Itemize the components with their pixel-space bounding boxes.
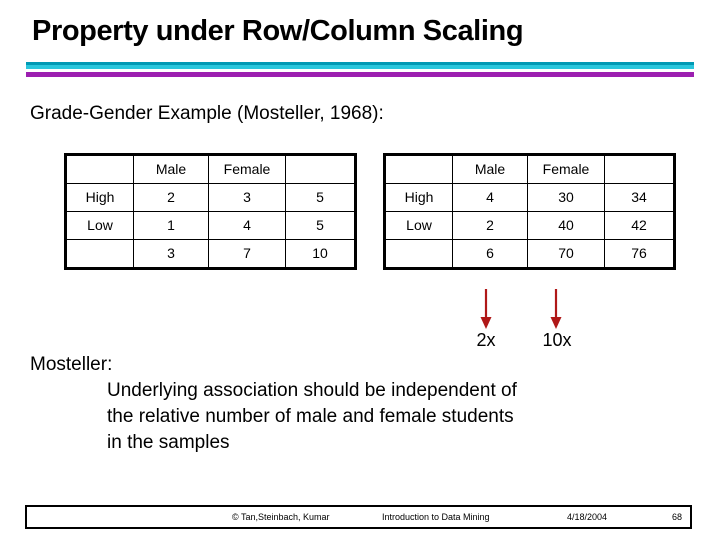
table-cell [604, 154, 675, 184]
body-lead-text: Mosteller: [30, 354, 113, 375]
table-cell: 4 [452, 183, 528, 212]
table-row: Low 2 40 42 [384, 211, 675, 240]
body-line: the relative number of male and female s… [107, 406, 514, 427]
footer-content: © Tan,Steinbach, Kumar Introduction to D… [27, 507, 690, 527]
row-header-high: High [384, 183, 453, 212]
row-header-high: High [65, 183, 134, 212]
table-cell: 2 [452, 211, 528, 240]
table-cell: 5 [285, 211, 356, 240]
table-row: High 4 30 34 [384, 183, 675, 212]
footer-page-number: 68 [671, 512, 682, 522]
table-cell [65, 239, 134, 269]
table-cell: 30 [527, 183, 605, 212]
table-row: Low 1 4 5 [65, 211, 356, 240]
footer-date: 4/18/2004 [567, 512, 608, 522]
female-multiplier-label: 10x [542, 330, 572, 350]
table-cell [384, 154, 453, 184]
table-row: 6 70 76 [384, 239, 675, 269]
footer-book-title: Introduction to Data Mining [382, 512, 490, 522]
scaled-contingency-table: Male Female High 4 30 34 Low 2 40 42 6 7… [383, 153, 676, 270]
down-arrow-icon [550, 289, 562, 329]
table-cell: 4 [208, 211, 286, 240]
table-row: High 2 3 5 [65, 183, 356, 212]
table-cell: 2 [133, 183, 209, 212]
body-paragraph: Underlying association should be indepen… [107, 378, 687, 456]
table-header-male: Male [452, 154, 528, 184]
page-title: Property under Row/Column Scaling [32, 15, 524, 47]
table-row: Male Female [65, 154, 356, 184]
table-header-female: Female [527, 154, 605, 184]
body-line: in the samples [107, 432, 230, 453]
table-cell [65, 154, 134, 184]
table-cell: 10 [285, 239, 356, 269]
subtitle: Grade-Gender Example (Mosteller, 1968): [30, 103, 384, 124]
table-row: Male Female [384, 154, 675, 184]
footer-bar: © Tan,Steinbach, Kumar Introduction to D… [25, 505, 692, 529]
row-header-low: Low [384, 211, 453, 240]
original-contingency-table: Male Female High 2 3 5 Low 1 4 5 3 7 10 [64, 153, 357, 270]
footer-copyright: © Tan,Steinbach, Kumar [232, 512, 330, 522]
table-cell: 7 [208, 239, 286, 269]
table-cell: 1 [133, 211, 209, 240]
body-line: Underlying association should be indepen… [107, 380, 517, 401]
table-row: 3 7 10 [65, 239, 356, 269]
table-header-female: Female [208, 154, 286, 184]
table-cell: 70 [527, 239, 605, 269]
table-header-male: Male [133, 154, 209, 184]
divider-purple [26, 72, 694, 77]
row-header-low: Low [65, 211, 134, 240]
down-arrow-icon [480, 289, 492, 329]
table-cell [285, 154, 356, 184]
table-cell [384, 239, 453, 269]
table-cell: 5 [285, 183, 356, 212]
table-cell: 76 [604, 239, 675, 269]
male-multiplier-label: 2x [476, 330, 496, 350]
table-cell: 34 [604, 183, 675, 212]
table-cell: 3 [208, 183, 286, 212]
table-cell: 6 [452, 239, 528, 269]
table-cell: 3 [133, 239, 209, 269]
table-cell: 40 [527, 211, 605, 240]
table-cell: 42 [604, 211, 675, 240]
